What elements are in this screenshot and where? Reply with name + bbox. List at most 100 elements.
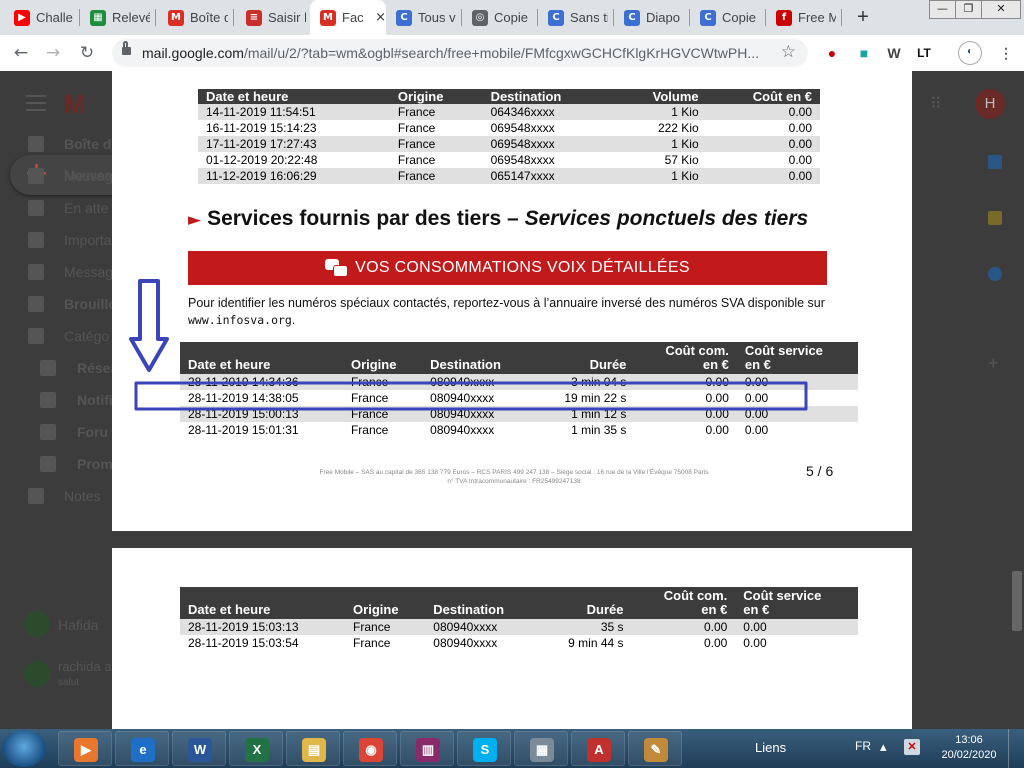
nav-item-label: Notes bbox=[64, 488, 101, 504]
table1-header: Origine bbox=[389, 89, 483, 104]
main-menu-icon[interactable] bbox=[26, 95, 46, 111]
table-row: 17-11-2019 17:27:43 France 069548xxxx 1 Kio… bbox=[198, 136, 820, 152]
gmail-nav-item-0[interactable]: Boîte de bbox=[0, 129, 119, 159]
taskbar-app-3[interactable]: X bbox=[229, 731, 283, 766]
tab-1[interactable]: ▦ Relevé bbox=[80, 0, 156, 35]
maximize-icon[interactable]: ❐ bbox=[955, 0, 982, 19]
network-warning-icon[interactable]: ✕ bbox=[904, 739, 920, 755]
table-cell: 17-11-2019 17:27:43 bbox=[198, 136, 390, 152]
taskbar-app-9[interactable]: A bbox=[571, 731, 625, 766]
add-on-plus-icon[interactable]: + bbox=[988, 353, 999, 374]
tab-label: Relevé bbox=[112, 10, 150, 25]
tab-10[interactable]: f Free M bbox=[766, 0, 842, 35]
tab-3[interactable]: ≡ Saisir l bbox=[236, 0, 312, 35]
header-line: en € bbox=[701, 602, 728, 617]
gmail-nav-item-5[interactable]: Brouillo bbox=[0, 289, 117, 319]
tasks-icon[interactable] bbox=[988, 267, 1002, 281]
bookmark-star-icon[interactable]: ☆ bbox=[781, 42, 796, 62]
tab-separator bbox=[841, 9, 842, 26]
globe-icon: ◎ bbox=[472, 9, 488, 26]
table-row: 01-12-2019 20:22:48 France 069548xxxx 57 Ki… bbox=[198, 152, 820, 168]
table-cell: 080940xxxx bbox=[430, 391, 495, 405]
ext-square-icon[interactable]: ■ bbox=[854, 43, 874, 63]
gmail-nav-item-4[interactable]: Messag bbox=[0, 257, 113, 287]
gmail-nav-item-8[interactable]: Notifi bbox=[0, 385, 113, 415]
chat-name[interactable]: rachida a bbox=[58, 659, 111, 674]
browser-menu-icon[interactable]: ⋮ bbox=[996, 43, 1016, 63]
tab-7[interactable]: C Sans ti bbox=[538, 0, 614, 35]
back-icon[interactable]: ← bbox=[10, 42, 32, 64]
tab-2[interactable]: M Boîte d bbox=[158, 0, 234, 35]
nav-item-icon bbox=[28, 168, 44, 184]
gmail-nav-item-9[interactable]: Foru bbox=[0, 417, 112, 447]
taskbar-app-1[interactable]: e bbox=[115, 731, 169, 766]
copy-icon: C bbox=[624, 9, 640, 26]
taskbar-app-10[interactable]: ✎ bbox=[628, 731, 682, 766]
profile-avatar-icon[interactable]: ◐ bbox=[958, 41, 982, 65]
close-window-icon[interactable]: ✕ bbox=[981, 0, 1021, 19]
tray-up-arrow-icon[interactable]: ▴ bbox=[880, 739, 887, 755]
gmail-nav-item-3[interactable]: Importa bbox=[0, 225, 112, 255]
table-cell: 069548xxxx bbox=[490, 153, 555, 167]
windows-taskbar: ▶ e W X ▤ ◉ ▥ S ▦ A ✎ Liens FR ▴ ✕ 13:06 20/02/2020 bbox=[0, 729, 1024, 768]
table-cell: 069548xxxx bbox=[482, 136, 614, 152]
taskbar-app-6[interactable]: ▥ bbox=[400, 731, 454, 766]
ext-w-icon[interactable]: W bbox=[884, 43, 904, 63]
minimize-icon[interactable]: — bbox=[929, 0, 956, 19]
tab-8[interactable]: C Diapo bbox=[614, 0, 690, 35]
tab-5[interactable]: C Tous v bbox=[386, 0, 462, 35]
gmail-nav-item-10[interactable]: Promo bbox=[0, 449, 121, 479]
taskbar-app-5[interactable]: ◉ bbox=[343, 731, 397, 766]
apps-grid-icon[interactable]: ⠿ bbox=[930, 95, 950, 115]
nav-item-icon bbox=[28, 264, 44, 280]
ext-block-icon[interactable]: ● bbox=[822, 43, 842, 63]
reload-icon[interactable]: ↻ bbox=[76, 42, 98, 64]
nav-item-icon bbox=[40, 392, 56, 408]
ext-lt-icon[interactable]: LT bbox=[914, 43, 934, 63]
language-indicator[interactable]: FR bbox=[855, 739, 871, 753]
show-desktop-button[interactable] bbox=[1008, 729, 1024, 768]
table-cell: France bbox=[389, 136, 483, 152]
pdf-icon: A bbox=[587, 738, 611, 762]
table-cell: 080940xxxx bbox=[422, 406, 534, 422]
table-cell: 0.00 bbox=[788, 153, 812, 167]
tab-0[interactable]: ▶ Challe bbox=[4, 0, 80, 35]
table-cell: France bbox=[350, 391, 389, 405]
gmail-nav-item-11[interactable]: Notes bbox=[0, 481, 112, 511]
tab-label: Fac bbox=[342, 10, 364, 25]
tab-4[interactable]: M Fac × bbox=[310, 0, 386, 35]
forward-icon[interactable]: → bbox=[42, 42, 64, 64]
table-cell: 0.00 bbox=[788, 121, 812, 135]
close-tab-icon[interactable]: × bbox=[375, 10, 386, 25]
taskbar-app-0[interactable]: ▶ bbox=[58, 731, 112, 766]
tab-9[interactable]: C Copie bbox=[690, 0, 766, 35]
table1-header: Volume bbox=[613, 89, 707, 104]
taskbar-app-2[interactable]: W bbox=[172, 731, 226, 766]
taskbar-app-4[interactable]: ▤ bbox=[286, 731, 340, 766]
calendar-icon[interactable] bbox=[988, 155, 1002, 169]
start-button[interactable] bbox=[2, 730, 46, 767]
pdf-page-5: Date et heure Origine Destination Volume Coû… bbox=[112, 71, 912, 531]
gmail-overlay-background: M ⠿ H +Nouveau Boîte deMessagEn atteImpo… bbox=[0, 71, 1024, 729]
url-text[interactable]: mail.google.com/mail/u/2/?tab=wm&ogbl#se… bbox=[142, 45, 759, 61]
table-cell: 065147xxxx bbox=[482, 168, 614, 184]
gmail-nav-item-7[interactable]: Résea bbox=[0, 353, 118, 383]
account-avatar[interactable]: H bbox=[975, 89, 1005, 119]
nav-item-label: En atte bbox=[64, 200, 109, 216]
gmail-nav-item-2[interactable]: En atte bbox=[0, 193, 112, 223]
taskbar-app-8[interactable]: ▦ bbox=[514, 731, 568, 766]
tab-separator bbox=[155, 9, 156, 26]
new-tab-icon[interactable]: + bbox=[852, 6, 874, 28]
clock[interactable]: 13:06 20/02/2020 bbox=[938, 733, 1000, 763]
links-toolbar-label[interactable]: Liens bbox=[755, 740, 786, 755]
calculator-icon: ▦ bbox=[530, 738, 554, 762]
table-cell: France bbox=[342, 406, 423, 422]
keep-icon[interactable] bbox=[988, 211, 1002, 225]
gmail-nav-item-1[interactable]: Messag bbox=[0, 161, 113, 191]
address-bar[interactable]: mail.google.com/mail/u/2/?tab=wm&ogbl#se… bbox=[112, 39, 808, 67]
taskbar-app-7[interactable]: S bbox=[457, 731, 511, 766]
tab-label: Copie bbox=[722, 10, 756, 25]
tab-6[interactable]: ◎ Copie bbox=[462, 0, 538, 35]
gmail-nav-item-6[interactable]: Catégo bbox=[0, 321, 112, 351]
scrollbar-thumb[interactable] bbox=[1012, 571, 1022, 631]
